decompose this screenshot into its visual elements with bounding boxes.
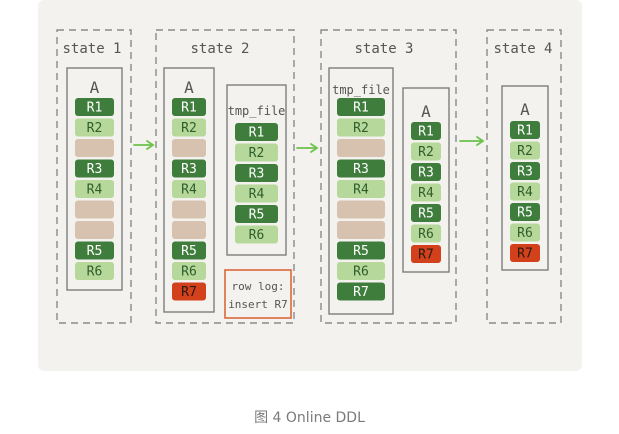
row-label: R2 [249,146,265,161]
row-label: R4 [249,187,265,202]
row-cell-hole [337,221,385,239]
row-label: R5 [87,244,103,259]
state-label-4: state 4 [493,41,552,57]
row-label: R3 [181,162,197,177]
online-ddl-diagram: state 1 state 2 state 3 state 4 A R1 R2 R3 R… [38,0,582,371]
figure-caption: 图 4 Online DDL [254,410,365,426]
table-title: A [184,78,194,97]
state-label-3: state 3 [354,41,413,57]
row-label: R7 [517,247,533,262]
state-label-2: state 2 [190,41,249,57]
row-label: R6 [249,228,265,243]
row-log-line-2: insert R7 [228,298,288,311]
row-cell-hole [337,139,385,157]
row-label: R6 [181,265,197,280]
row-label: R3 [87,162,103,177]
row-label: R2 [353,121,369,136]
row-label: R1 [418,125,434,140]
row-label: R3 [517,165,533,180]
row-label: R2 [418,145,434,160]
row-label: R2 [87,121,103,136]
row-label: R4 [418,186,434,201]
row-log-line-1: row log: [232,280,285,293]
row-label: R3 [418,166,434,181]
row-label: R4 [353,183,369,198]
row-label: R5 [249,208,265,223]
row-label: R6 [418,227,434,242]
table-tmp-file-state-2: tmp_file R1 R2 R3 R4 R5 R6 [226,84,287,256]
state-label-1: state 1 [62,41,121,57]
row-cell-hole [172,139,206,157]
row-label: R1 [181,101,197,116]
row-label: R1 [517,124,533,139]
table-title: tmp_file [228,104,286,118]
row-cell-hole [75,200,114,219]
row-label: R7 [353,285,369,300]
row-label: R4 [87,183,103,198]
row-label: R5 [181,244,197,259]
row-label: R1 [87,101,103,116]
row-label: R2 [181,121,197,136]
row-label: R2 [517,144,533,159]
row-cell-hole [337,200,385,219]
table-tmp-file-state-3: tmp_file R1 R2 R3 R4 R5 R6 R7 [328,67,394,315]
table-title: A [421,102,431,121]
row-cell-hole [172,200,206,219]
row-label: R7 [181,285,197,300]
row-cell-hole [75,221,114,239]
row-label: R3 [353,162,369,177]
row-label: R5 [517,206,533,221]
row-label: R7 [418,248,434,263]
table-title: A [520,100,530,119]
row-label: R6 [87,265,103,280]
row-label: R1 [353,101,369,116]
row-label: R6 [517,226,533,241]
row-label: R1 [249,126,265,141]
row-label: R5 [418,207,434,222]
row-label: R4 [517,185,533,200]
row-label: R6 [353,265,369,280]
row-label: R3 [249,167,265,182]
row-label: R5 [353,244,369,259]
table-title: tmp_file [332,83,390,97]
row-label: R4 [181,183,197,198]
row-cell-hole [172,221,206,239]
table-title: A [90,78,100,97]
row-cell-hole [75,139,114,157]
